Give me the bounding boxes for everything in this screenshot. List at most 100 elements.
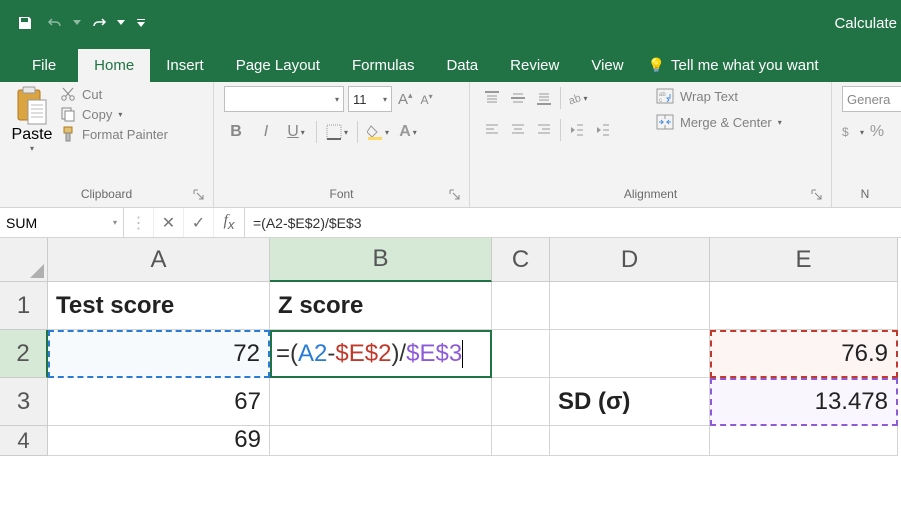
tab-view[interactable]: View <box>575 49 639 82</box>
cell-A3[interactable]: 67 <box>48 378 270 426</box>
cell-B3[interactable] <box>270 378 492 426</box>
align-right-icon <box>536 122 552 138</box>
align-bottom-button[interactable] <box>532 86 556 110</box>
decrease-font-button[interactable]: A▾ <box>419 90 435 109</box>
font-color-button[interactable]: A▾ <box>396 120 420 144</box>
enter-formula-button[interactable]: ✓ <box>184 208 214 237</box>
chevron-down-icon: ▾ <box>118 110 122 119</box>
formula-bar: ▾ ⋮ ✕ ✓ fx =(A2-$E$2)/$E$3 <box>0 208 901 238</box>
ribbon: Paste ▾ Cut Copy ▾ Format Painter <box>0 82 901 208</box>
col-header-D[interactable]: D <box>550 238 710 282</box>
merge-center-button[interactable]: Merge & Center ▾ <box>654 112 784 132</box>
orientation-icon: ab <box>566 90 582 106</box>
redo-button[interactable] <box>86 10 112 36</box>
format-painter-label: Format Painter <box>82 127 168 142</box>
dialog-launcher-icon[interactable] <box>193 189 205 201</box>
tell-me-search[interactable]: 💡 Tell me what you want <box>640 49 827 82</box>
cancel-formula-button[interactable]: ✕ <box>154 208 184 237</box>
chevron-down-icon: ▾ <box>383 95 387 104</box>
name-box[interactable]: ▾ <box>0 208 124 237</box>
col-header-C[interactable]: C <box>492 238 550 282</box>
tab-page-layout[interactable]: Page Layout <box>220 49 336 82</box>
undo-dropdown[interactable] <box>72 20 82 26</box>
increase-font-button[interactable]: A▴ <box>396 88 415 110</box>
row-header-1[interactable]: 1 <box>0 282 48 330</box>
decrease-indent-button[interactable] <box>565 118 589 142</box>
svg-text:c: c <box>659 98 662 104</box>
percent-button[interactable]: % <box>868 120 886 144</box>
row-header-3[interactable]: 3 <box>0 378 48 426</box>
cut-button: Cut <box>60 86 168 102</box>
group-label-number: N <box>842 185 888 205</box>
orientation-button[interactable]: ab▾ <box>565 86 589 110</box>
align-center-button[interactable] <box>506 118 530 142</box>
cell-A4[interactable]: 69 <box>48 426 270 456</box>
fill-color-button[interactable]: ▾ <box>366 120 390 144</box>
cell-D4[interactable] <box>550 426 710 456</box>
cell-D1[interactable] <box>550 282 710 330</box>
wrap-text-icon: abc <box>656 88 674 104</box>
align-middle-icon <box>510 90 526 106</box>
qat-customize[interactable] <box>136 19 146 27</box>
save-button[interactable] <box>12 10 38 36</box>
italic-button[interactable]: I <box>254 120 278 144</box>
cell-C3[interactable] <box>492 378 550 426</box>
cell-C1[interactable] <box>492 282 550 330</box>
align-top-button[interactable] <box>480 86 504 110</box>
cell-E1[interactable] <box>710 282 898 330</box>
tab-insert[interactable]: Insert <box>150 49 220 82</box>
cell-E3[interactable]: 13.478 <box>710 378 898 426</box>
dialog-launcher-icon[interactable] <box>811 189 823 201</box>
name-box-input[interactable] <box>6 215 96 231</box>
tab-home[interactable]: Home <box>78 49 150 82</box>
merge-center-icon <box>656 114 674 130</box>
cell-D3[interactable]: SD (σ) <box>550 378 710 426</box>
cell-A1[interactable]: Test score <box>48 282 270 330</box>
col-header-A[interactable]: A <box>48 238 270 282</box>
cell-A2[interactable]: 72 <box>48 330 270 378</box>
font-name-select[interactable]: ▾ <box>224 86 344 112</box>
select-all-corner[interactable] <box>0 238 48 282</box>
cell-B1[interactable]: Z score <box>270 282 492 330</box>
align-left-button[interactable] <box>480 118 504 142</box>
number-format-select[interactable]: Genera <box>842 86 901 112</box>
number-format-value: Genera <box>847 92 890 107</box>
increase-indent-button[interactable] <box>591 118 615 142</box>
cell-B4[interactable] <box>270 426 492 456</box>
cell-B2[interactable]: =(A2-$E$2)/$E$3 <box>270 330 492 378</box>
tab-formulas[interactable]: Formulas <box>336 49 431 82</box>
cell-C2[interactable] <box>492 330 550 378</box>
col-header-E[interactable]: E <box>710 238 898 282</box>
undo-button[interactable] <box>42 10 68 36</box>
redo-dropdown[interactable] <box>116 20 126 26</box>
dialog-launcher-icon[interactable] <box>449 189 461 201</box>
cell-E4[interactable] <box>710 426 898 456</box>
bold-button[interactable]: B <box>224 120 248 144</box>
insert-function-button[interactable]: fx <box>214 208 244 237</box>
formula-input[interactable]: =(A2-$E$2)/$E$3 <box>245 208 901 237</box>
accounting-format-button[interactable]: $▾ <box>842 120 864 144</box>
borders-button[interactable]: ▾ <box>325 120 349 144</box>
underline-button[interactable]: U▾ <box>284 120 308 144</box>
svg-text:ab: ab <box>567 92 582 106</box>
wrap-text-button[interactable]: abc Wrap Text <box>654 86 784 106</box>
tab-review[interactable]: Review <box>494 49 575 82</box>
row-header-4[interactable]: 4 <box>0 426 48 456</box>
group-label-font: Font <box>224 185 459 205</box>
align-middle-button[interactable] <box>506 86 530 110</box>
font-size-select[interactable]: 11 ▾ <box>348 86 392 112</box>
cell-D2[interactable] <box>550 330 710 378</box>
chevron-down-icon <box>137 19 145 27</box>
tab-data[interactable]: Data <box>430 49 494 82</box>
col-header-B[interactable]: B <box>270 238 492 282</box>
align-right-button[interactable] <box>532 118 556 142</box>
tab-file[interactable]: File <box>16 49 72 82</box>
title-text: Calculate <box>834 15 901 32</box>
cell-C4[interactable] <box>492 426 550 456</box>
quick-access-toolbar <box>0 10 146 36</box>
paste-button[interactable]: Paste ▾ <box>10 86 54 153</box>
row-header-2[interactable]: 2 <box>0 330 48 378</box>
cell-E2[interactable]: 76.9 <box>710 330 898 378</box>
lightbulb-icon: 💡 <box>648 57 665 74</box>
align-left-icon <box>484 122 500 138</box>
